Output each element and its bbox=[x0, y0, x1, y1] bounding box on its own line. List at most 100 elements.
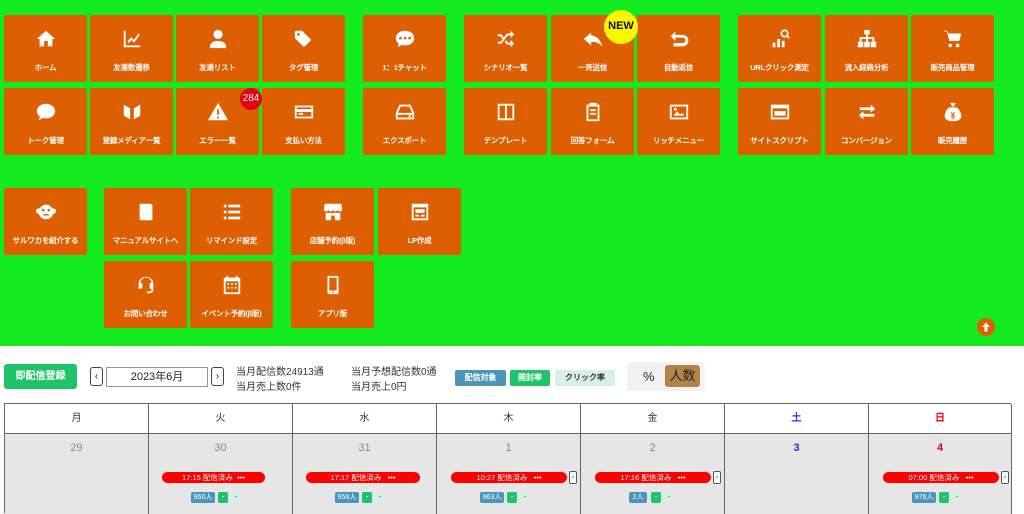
day-number: 30 bbox=[214, 442, 227, 454]
error-count-badge: 284 bbox=[240, 88, 262, 110]
filter-target-chip[interactable]: 配信対象 bbox=[455, 370, 506, 386]
calendar-day-cell[interactable]: 4 07:00 配信済み ••• › 976人 - - bbox=[869, 434, 1012, 514]
ellipsis-icon: ••• bbox=[237, 473, 245, 482]
menu-tile-export[interactable]: エクスポート bbox=[363, 88, 446, 155]
calendar-day-cell[interactable]: 3 bbox=[725, 434, 869, 514]
menu-tile-manual[interactable]: マニュアルサイトへ bbox=[104, 188, 187, 255]
recipient-count: 963人 bbox=[480, 492, 504, 503]
menu-tile-label: 自動返信 bbox=[663, 63, 694, 72]
calendar-day-cell[interactable]: 2 17:16 配信済み ••• › 2人 - - bbox=[581, 434, 725, 514]
menu-tile-label: イベント予約(β版) bbox=[201, 309, 262, 318]
weekday-header: 月 bbox=[5, 404, 149, 434]
day-number: 3 bbox=[793, 442, 800, 454]
delivery-event[interactable]: 07:00 配信済み ••• bbox=[883, 472, 999, 483]
menu-tile-label: マニュアルサイトへ bbox=[112, 236, 179, 245]
menu-tile-label: タグ管理 bbox=[288, 63, 319, 72]
filter-open-rate-chip[interactable]: 開封率 bbox=[510, 370, 550, 386]
menu-tile-url-click[interactable]: URLクリック測定 bbox=[738, 15, 821, 82]
delivery-event-label: 07:00 配信済み bbox=[908, 473, 960, 482]
click-rate-value: - bbox=[520, 492, 530, 503]
calendar-day-cell[interactable]: 31 17:17 配信済み ••• 958人 - - bbox=[293, 434, 437, 514]
scroll-top-button[interactable] bbox=[977, 318, 995, 336]
menu-tile-label: 一斉送信 bbox=[577, 63, 608, 72]
menu-tile-label: アプリ版 bbox=[317, 309, 348, 318]
menu-tile-remind[interactable]: リマインド設定 bbox=[190, 188, 273, 255]
menu-tile-lp[interactable]: LP作成 bbox=[378, 188, 461, 255]
menu-tile-label: 販売商品管理 bbox=[930, 63, 975, 72]
menu-tile-label: 登録メディア一覧 bbox=[102, 136, 161, 145]
menu-tile-product[interactable]: 販売商品管理 bbox=[911, 15, 994, 82]
menu-tile-label: エラー一覧 bbox=[199, 136, 236, 145]
user-icon bbox=[176, 27, 259, 51]
list-icon bbox=[190, 200, 273, 224]
menu-tile-referral[interactable]: サルワカを紹介する bbox=[4, 188, 87, 255]
menu-tile-reservation[interactable]: 店舗予約(β版) bbox=[291, 188, 374, 255]
menu-tile-chat[interactable]: 1：1チャット bbox=[363, 15, 446, 82]
prev-month-button[interactable]: ‹ bbox=[90, 367, 103, 386]
monthly-sent-stat: 当月配信数24913通 bbox=[236, 367, 324, 378]
people-toggle[interactable]: 人数 bbox=[665, 365, 700, 387]
calendar-day-cell[interactable]: 29 bbox=[5, 434, 149, 514]
menu-tile-label: エクスポート bbox=[382, 136, 427, 145]
menu-tile-form[interactable]: 回答フォーム bbox=[551, 88, 634, 155]
menu-tile-label: 友達数遷移 bbox=[113, 63, 150, 72]
menu-tile-friend-list[interactable]: 友達リスト bbox=[176, 15, 259, 82]
menu-tile-label: LP作成 bbox=[407, 236, 432, 245]
delivery-event[interactable]: 17:15 配信済み ••• bbox=[162, 472, 265, 483]
menu-tile-event[interactable]: イベント予約(β版) bbox=[190, 261, 273, 328]
calendar-day-cell[interactable]: 30 17:15 配信済み ••• 960人 - - bbox=[149, 434, 293, 514]
weekday-header-saturday: 土 bbox=[725, 404, 869, 434]
menu-tile-media[interactable]: 登録メディア一覧 bbox=[90, 88, 173, 155]
menu-tile-auto-reply[interactable]: 自動返信 bbox=[637, 15, 720, 82]
menu-tile-label: 販売履歴 bbox=[937, 136, 968, 145]
delivery-event[interactable]: 17:17 配信済み ••• bbox=[306, 472, 420, 483]
browser-icon bbox=[738, 100, 821, 124]
weekday-header: 金 bbox=[581, 404, 725, 434]
recipient-count: 2人 bbox=[629, 492, 647, 503]
menu-tile-label: サルワカを紹介する bbox=[12, 236, 79, 245]
menu-tile-sales[interactable]: 販売履歴 bbox=[911, 88, 994, 155]
menu-tile-friend-trend[interactable]: 友達数遷移 bbox=[90, 15, 173, 82]
menu-tile-contact[interactable]: お問い合わせ bbox=[104, 261, 187, 328]
exchange-icon bbox=[825, 100, 908, 124]
calendar-day-cell[interactable]: 1 10:27 配信済み ••• › 963人 - - bbox=[437, 434, 581, 514]
credit-card-icon bbox=[262, 100, 345, 124]
more-events-button[interactable]: › bbox=[713, 471, 721, 484]
sitemap-icon bbox=[825, 27, 908, 51]
more-events-button[interactable]: › bbox=[569, 471, 577, 484]
menu-tile-site-script[interactable]: サイトスクリプト bbox=[738, 88, 821, 155]
menu-tile-talk[interactable]: トーク管理 bbox=[4, 88, 87, 155]
month-field[interactable]: 2023年6月 bbox=[106, 367, 208, 387]
menu-tile-conversion[interactable]: コンバージョン bbox=[825, 88, 908, 155]
shuffle-icon bbox=[464, 27, 547, 51]
delivery-event[interactable]: 17:16 配信済み ••• bbox=[595, 472, 711, 483]
menu-tile-app[interactable]: アプリ版 bbox=[291, 261, 374, 328]
menu-tile-tag[interactable]: タグ管理 bbox=[262, 15, 345, 82]
menu-tile-home[interactable]: ホーム bbox=[4, 15, 87, 82]
menu-tile-label: シナリオ一覧 bbox=[483, 63, 528, 72]
comment-icon bbox=[4, 100, 87, 124]
filter-click-rate-chip[interactable]: クリック率 bbox=[555, 370, 615, 386]
menu-tile-label: サイトスクリプト bbox=[750, 136, 809, 145]
menu-tile-scenario[interactable]: シナリオ一覧 bbox=[464, 15, 547, 82]
menu-tile-rich-menu[interactable]: リッチメニュー bbox=[637, 88, 720, 155]
recipient-count: 958人 bbox=[335, 492, 359, 503]
menu-tile-route[interactable]: 流入経路分析 bbox=[825, 15, 908, 82]
menu-tile-payment[interactable]: 支払い方法 bbox=[262, 88, 345, 155]
drive-icon bbox=[363, 100, 446, 124]
ellipsis-icon: ••• bbox=[677, 473, 686, 482]
recipient-count: 960人 bbox=[191, 492, 215, 503]
next-month-button[interactable]: › bbox=[211, 367, 224, 386]
form-icon bbox=[551, 100, 634, 124]
percent-toggle[interactable]: % bbox=[643, 369, 655, 384]
menu-tile-label: ホーム bbox=[34, 63, 57, 72]
media-icon bbox=[90, 100, 173, 124]
more-events-button[interactable]: › bbox=[1001, 471, 1009, 484]
delivery-event[interactable]: 10:27 配信済み ••• bbox=[451, 472, 567, 483]
instant-delivery-register-button[interactable]: 即配信登録 bbox=[4, 364, 77, 389]
click-rate-value: - bbox=[231, 492, 241, 503]
weekday-header: 木 bbox=[437, 404, 581, 434]
book-icon bbox=[104, 200, 187, 224]
menu-tile-template[interactable]: テンプレート bbox=[464, 88, 547, 155]
delivery-event-label: 17:17 配信済み bbox=[330, 473, 382, 482]
